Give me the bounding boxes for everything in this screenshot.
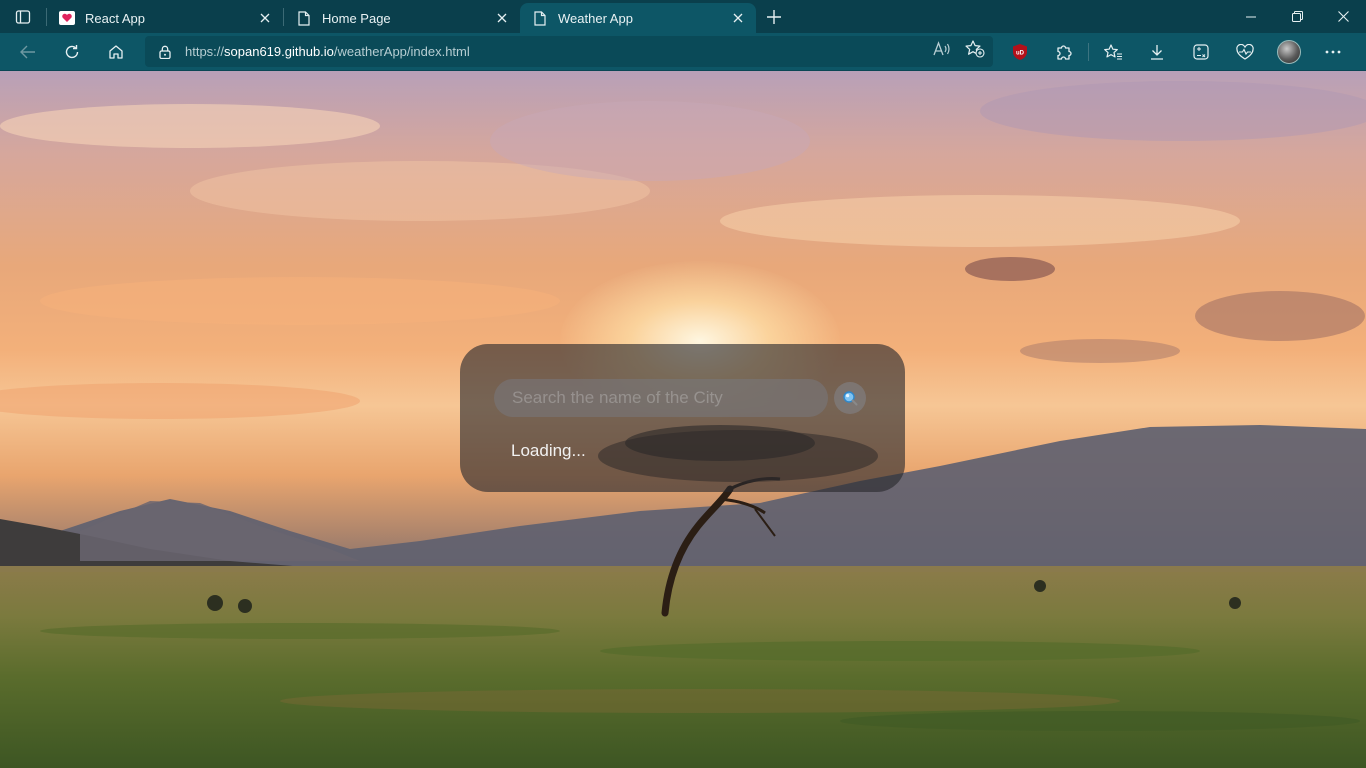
back-button[interactable]: [6, 33, 50, 71]
search-button[interactable]: [834, 382, 866, 414]
window-controls: [1228, 0, 1366, 33]
url-scheme: https://: [185, 44, 225, 59]
new-tab-button[interactable]: [756, 0, 792, 33]
heart-icon: [59, 10, 75, 26]
url-host: sopan619.github.io: [224, 44, 334, 59]
close-icon: [1337, 11, 1349, 22]
close-icon[interactable]: [730, 10, 746, 26]
address-bar-actions: [933, 36, 985, 67]
heartbeat-shield-icon: [1236, 44, 1254, 60]
toolbar-separator: [1088, 43, 1089, 61]
address-bar[interactable]: https://sopan619.github.io/weatherApp/in…: [145, 36, 993, 67]
search-row: [494, 379, 866, 417]
ublock-extension-button[interactable]: uD: [998, 33, 1042, 71]
downloads-button[interactable]: [1135, 33, 1179, 71]
close-icon[interactable]: [257, 10, 273, 26]
svg-text:uD: uD: [1016, 51, 1025, 57]
tab-title: Weather App: [558, 10, 633, 26]
url-text: https://sopan619.github.io/weatherApp/in…: [185, 44, 470, 59]
close-window-button[interactable]: [1320, 0, 1366, 33]
lock-icon[interactable]: [145, 45, 185, 59]
minimize-button[interactable]: [1228, 0, 1274, 33]
city-search-input[interactable]: [494, 379, 828, 417]
tab-react-app[interactable]: React App: [47, 3, 283, 33]
settings-more-button[interactable]: [1311, 33, 1355, 71]
tab-home-page[interactable]: Home Page: [284, 3, 520, 33]
tab-weather-app[interactable]: Weather App: [520, 3, 756, 33]
more-dots-icon: [1325, 50, 1341, 54]
tab-strip: React App Home Page Weather App: [0, 0, 1366, 33]
tab-title: React App: [85, 10, 145, 26]
favorites-button[interactable]: [1091, 33, 1135, 71]
weather-app-page: Loading...: [0, 71, 1366, 768]
add-favorite-icon[interactable]: [965, 40, 985, 63]
tab-actions-button[interactable]: [0, 0, 46, 33]
close-icon[interactable]: [494, 10, 510, 26]
refresh-button[interactable]: [50, 33, 94, 71]
url-path: /weatherApp/index.html: [333, 44, 470, 59]
ublock-shield-icon: uD: [1013, 44, 1027, 60]
refresh-icon: [65, 44, 79, 58]
math-solver-icon: [1193, 44, 1209, 60]
restore-icon: [1291, 11, 1303, 22]
favorites-icon: [1103, 44, 1122, 60]
weather-card: Loading...: [460, 344, 905, 492]
profile-button[interactable]: [1267, 33, 1311, 71]
search-icon: [843, 391, 858, 406]
extensions-button[interactable]: [1042, 33, 1086, 71]
puzzle-icon: [1057, 45, 1072, 60]
minimize-icon: [1246, 16, 1256, 17]
download-icon: [1151, 45, 1163, 60]
home-icon: [109, 44, 123, 59]
tab-actions-icon: [15, 9, 31, 24]
home-button[interactable]: [94, 33, 138, 71]
tab-title: Home Page: [322, 10, 391, 26]
browser-toolbar: https://sopan619.github.io/weatherApp/in…: [0, 33, 1366, 71]
toolbar-extensions: uD: [998, 33, 1355, 71]
restore-button[interactable]: [1274, 0, 1320, 33]
math-solver-button[interactable]: [1179, 33, 1223, 71]
page-icon: [296, 10, 312, 26]
back-arrow-icon: [20, 45, 35, 58]
read-aloud-icon[interactable]: [933, 41, 951, 62]
avatar: [1277, 40, 1301, 64]
loading-status: Loading...: [511, 441, 586, 460]
browser-essentials-button[interactable]: [1223, 33, 1267, 71]
page-icon: [532, 10, 548, 26]
plus-icon: [767, 9, 781, 24]
